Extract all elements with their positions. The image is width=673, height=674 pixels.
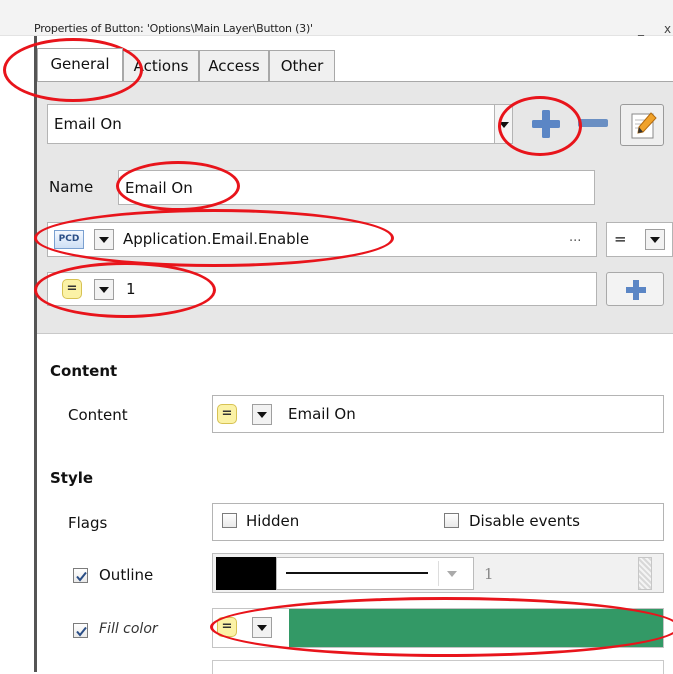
annotation-circle [34,209,394,267]
annotation-circle [210,597,673,657]
style-section-heading: Style [50,469,94,487]
outline-width-value[interactable]: 1 [484,565,494,583]
outline-width-spinner[interactable] [638,557,652,590]
flags-label: Flags [68,514,108,532]
minimize-icon[interactable]: _ [638,22,644,36]
close-icon[interactable]: x [664,22,671,36]
checkmark-icon [76,626,87,637]
checkmark-icon [76,571,87,582]
chevron-down-icon [650,237,660,243]
tab-general[interactable]: General [37,48,123,81]
disable-events-checkbox[interactable] [444,513,459,528]
pencil-icon [631,112,657,139]
tab-other[interactable]: Other [269,50,335,81]
outline-checkbox[interactable] [73,568,88,583]
content-value: Email On [288,405,356,423]
edit-state-button[interactable] [620,104,664,146]
content-label: Content [68,406,128,424]
add-condition-button[interactable] [606,272,664,306]
hidden-checkbox[interactable] [222,513,237,528]
outline-color-swatch[interactable] [216,557,276,590]
equals-icon: = [217,404,237,424]
operator-value: = [614,230,627,248]
disable-events-label: Disable events [469,512,580,530]
state-select[interactable]: Email On [47,104,513,144]
operator-dropdown[interactable] [645,229,665,250]
window-title: Properties of Button: 'Options\Main Laye… [34,22,313,35]
name-label: Name [49,178,94,196]
annotation-circle [116,161,240,211]
fill-color-label: Fill color [99,621,158,637]
chevron-down-icon [257,412,267,418]
tab-access[interactable]: Access [199,50,269,81]
annotation-circle [498,96,582,156]
content-section-heading: Content [50,362,118,380]
content-type-dropdown[interactable] [252,404,272,425]
dropdown-separator [438,561,439,586]
outline-label: Outline [99,566,154,584]
state-select-value: Email On [54,115,122,133]
remove-state-button[interactable] [578,119,608,127]
hidden-label: Hidden [246,512,300,530]
chevron-down-icon [447,571,457,577]
annotation-circle [34,262,216,318]
browse-expression-button[interactable]: ... [569,230,581,245]
line-style-preview [286,572,428,574]
content-field[interactable] [212,395,664,433]
fill-color-checkbox[interactable] [73,623,88,638]
plus-icon [626,280,646,300]
